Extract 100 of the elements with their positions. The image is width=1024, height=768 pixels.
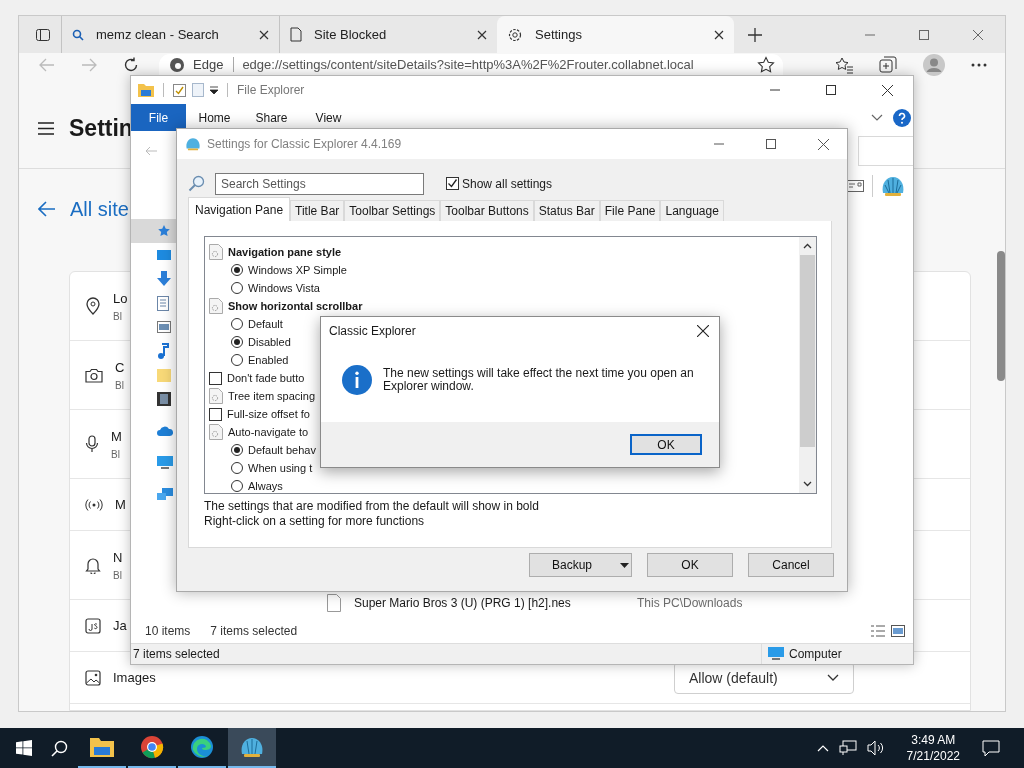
setting-label[interactable]: Full-size offset fo [227, 408, 310, 420]
browser-tab[interactable]: Settings [497, 16, 734, 53]
setting-label[interactable]: Auto-navigate to [228, 426, 309, 438]
chevron-up-icon[interactable] [816, 744, 829, 752]
close-icon[interactable] [882, 84, 893, 96]
start-icon[interactable] [16, 740, 32, 756]
back-link[interactable]: All site [70, 197, 129, 221]
setting-label[interactable]: Navigation pane style [228, 246, 342, 258]
ribbon-tab[interactable]: Home [186, 110, 243, 125]
volume-icon[interactable] [866, 740, 885, 756]
clock[interactable]: 3:49 AM 7/21/2022 [906, 732, 960, 764]
scroll-down-icon[interactable] [803, 481, 812, 487]
new-tab-icon[interactable] [748, 27, 762, 42]
checkbox[interactable] [209, 407, 222, 421]
search-icon[interactable] [51, 739, 68, 757]
close-icon[interactable] [259, 29, 269, 40]
setting-label[interactable]: Tree item spacing [228, 390, 316, 402]
network-icon[interactable] [838, 740, 857, 756]
address-bar[interactable]: Edge edge://settings/content/siteDetails?site=http%3A%2F%2Frouter.collabnet.local [159, 53, 783, 76]
microphone-icon [85, 435, 99, 453]
back-arrow-icon[interactable] [38, 201, 56, 217]
ribbon-tab[interactable]: Share [243, 110, 300, 125]
shell-icon [240, 736, 264, 758]
collections-icon[interactable] [879, 55, 897, 74]
radio-button[interactable] [231, 282, 243, 294]
ok-button[interactable]: OK [630, 434, 702, 455]
file-menu-button[interactable]: File [131, 104, 186, 131]
checkbox[interactable] [209, 371, 222, 385]
dialog-button[interactable]: Cancel [748, 553, 834, 577]
expand-ribbon-icon[interactable] [871, 114, 883, 121]
option-label[interactable]: Default behav [248, 444, 316, 456]
dialog-button[interactable]: Backup [529, 553, 632, 577]
option-label[interactable]: Always [248, 480, 283, 492]
maximize-icon[interactable] [826, 85, 836, 95]
shell-icon [185, 137, 201, 151]
permission-status: Bl [113, 569, 122, 581]
more-icon[interactable] [971, 62, 987, 67]
property-tab[interactable]: Toolbar Settings [344, 200, 441, 221]
close-icon[interactable] [818, 138, 829, 150]
checkbox[interactable] [446, 177, 459, 190]
radio-button[interactable] [231, 462, 243, 474]
search-field[interactable]: Search Settings [215, 172, 424, 195]
hint-text: The settings that are modified from the default will show in bold [204, 499, 540, 513]
maximize-icon[interactable] [766, 139, 776, 149]
permission-title: M [115, 497, 126, 512]
properties-icon[interactable] [173, 83, 186, 97]
ribbon-tab[interactable]: View [300, 110, 357, 125]
radio-button[interactable] [231, 318, 243, 330]
scrollbar-thumb[interactable] [997, 251, 1005, 381]
favorites-icon[interactable] [835, 55, 853, 74]
permission-title: M [111, 428, 122, 444]
profile-avatar[interactable] [923, 53, 945, 76]
notifications-icon[interactable] [982, 739, 1000, 757]
tab-actions-icon[interactable] [35, 26, 51, 43]
cloud-icon [157, 426, 173, 436]
menu-icon[interactable] [38, 122, 54, 135]
time-text: 3:49 AM [911, 732, 956, 748]
radio-button[interactable] [231, 480, 243, 492]
property-tab[interactable]: Title Bar [290, 200, 345, 221]
document-icon [157, 295, 169, 311]
setting-label[interactable]: Don't fade butto [227, 372, 305, 384]
close-icon[interactable] [714, 29, 724, 40]
property-tab[interactable]: Navigation Pane [188, 197, 291, 221]
property-tab[interactable]: File Pane [599, 200, 661, 221]
shell-icon[interactable] [881, 175, 905, 197]
taskbar-app[interactable] [228, 728, 276, 768]
property-tab[interactable]: Language [660, 200, 724, 221]
refresh-icon[interactable] [123, 56, 139, 73]
close-icon[interactable] [477, 29, 487, 40]
setting-label[interactable]: Show horizontal scrollbar [228, 300, 363, 312]
setting-icon [209, 244, 223, 260]
property-tab[interactable]: Status Bar [533, 200, 600, 221]
browser-logo-icon [190, 735, 214, 759]
close-icon[interactable] [697, 325, 709, 337]
radio-button[interactable] [231, 354, 243, 366]
permission-title: N [113, 549, 123, 565]
pictures-icon [157, 321, 171, 333]
option-label[interactable]: Windows XP Simple [248, 264, 347, 276]
option-label[interactable]: Enabled [248, 354, 289, 366]
status-text: 7 items selected [131, 644, 762, 664]
radio-button[interactable] [231, 336, 243, 348]
site-chip: Edge [193, 57, 235, 72]
option-label[interactable]: Default [248, 318, 283, 330]
window-title: File Explorer [237, 83, 305, 97]
dropdown-caret-icon[interactable] [210, 86, 218, 94]
browser-tab[interactable]: memz clean - Search [61, 16, 279, 53]
star-icon[interactable] [757, 55, 775, 74]
radio-button[interactable] [231, 264, 243, 276]
permission-status: Bl [111, 448, 120, 460]
help-icon[interactable] [893, 108, 911, 127]
option-label[interactable]: When using t [248, 462, 313, 474]
scrollbar-thumb[interactable] [800, 255, 815, 447]
option-label[interactable]: Windows Vista [248, 282, 320, 294]
file-name[interactable]: Super Mario Bros 3 (U) (PRG 1) [h2].nes [354, 596, 624, 610]
radio-button[interactable] [231, 444, 243, 456]
thumbnail-view-icon[interactable] [891, 624, 905, 637]
dialog-button[interactable]: OK [647, 553, 733, 577]
option-label[interactable]: Disabled [248, 336, 291, 348]
property-tab[interactable]: Toolbar Buttons [440, 200, 534, 221]
scroll-up-icon[interactable] [803, 243, 812, 249]
